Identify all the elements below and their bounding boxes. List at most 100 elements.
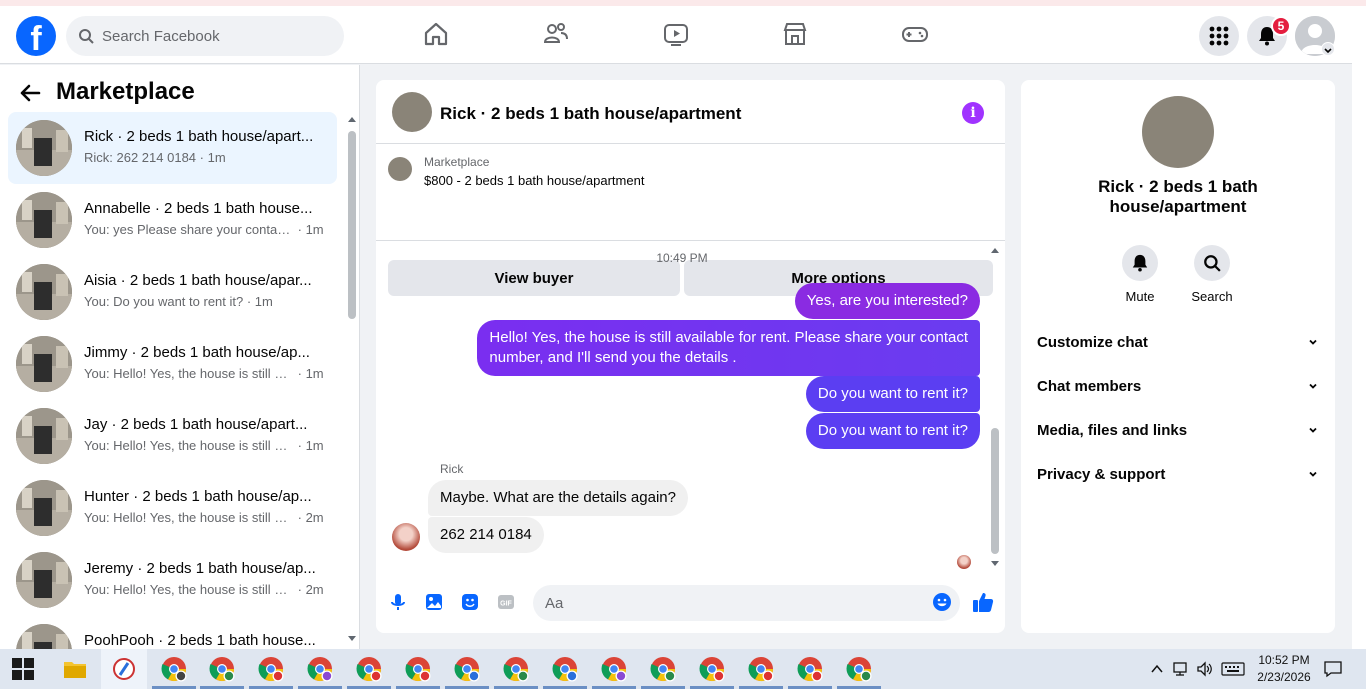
preview-time: 1m (305, 438, 324, 453)
keyboard-icon[interactable] (1221, 662, 1245, 676)
message-timestamp: 10:49 PM (656, 251, 708, 265)
file-explorer-icon[interactable] (61, 655, 89, 683)
chrome-browser-icon[interactable] (551, 655, 579, 683)
sidebar-scrollbar[interactable] (346, 115, 358, 645)
facebook-logo-icon[interactable]: f (16, 16, 56, 56)
scroll-down-arrow-icon[interactable] (347, 635, 357, 643)
conversation-item[interactable]: Annabelle · 2 beds 1 bath house... You: y… (8, 184, 337, 256)
account-chevron-icon[interactable] (1321, 42, 1335, 56)
photo-icon[interactable] (424, 592, 444, 612)
search-input[interactable]: Search Facebook (66, 16, 344, 56)
bell-icon (1132, 254, 1148, 272)
chat-title[interactable]: Rick · 2 beds 1 bath house/apartment (440, 104, 741, 124)
network-icon[interactable] (1172, 661, 1190, 677)
outgoing-message[interactable]: Yes, are you interested? (794, 283, 980, 319)
paint-app-icon[interactable] (110, 655, 138, 683)
home-icon[interactable] (422, 20, 450, 48)
chat-scroll-thumb[interactable] (991, 428, 999, 554)
conversation-name: PoohPooh · 2 beds 1 bath house... (84, 632, 316, 649)
friends-icon[interactable] (542, 20, 570, 48)
outgoing-message[interactable]: Do you want to rent it? (805, 413, 980, 449)
conversation-name: Aisia · 2 beds 1 bath house/apar... (84, 272, 312, 289)
page-scrollbar[interactable] (1352, 6, 1366, 649)
chat-scrollbar[interactable] (988, 248, 1002, 568)
conversation-item[interactable]: Jimmy · 2 beds 1 bath house/ap... You: He… (8, 328, 337, 400)
listing-thumbnail (16, 408, 72, 464)
listing-price-title[interactable]: $800 - 2 beds 1 bath house/apartment (424, 173, 644, 188)
conversation-item[interactable]: Aisia · 2 beds 1 bath house/apar... You: … (8, 256, 337, 328)
windows-start-icon[interactable] (12, 658, 34, 680)
back-arrow-icon[interactable] (18, 81, 42, 105)
conversation-item[interactable]: Rick · 2 beds 1 bath house/apart... Rick:… (8, 112, 337, 184)
conversation-avatar[interactable] (1142, 96, 1214, 168)
outgoing-message[interactable]: Hello! Yes, the house is still available… (477, 320, 980, 376)
incoming-message[interactable]: 262 214 0184 (428, 517, 544, 553)
emoji-icon[interactable] (932, 592, 952, 612)
conversation-item[interactable]: PoohPooh · 2 beds 1 bath house... (8, 616, 337, 649)
chrome-browser-icon[interactable] (306, 655, 334, 683)
chrome-browser-icon[interactable] (698, 655, 726, 683)
listing-small-thumbnail (388, 157, 412, 181)
tray-chevron-up-icon[interactable] (1150, 663, 1164, 675)
mute-button[interactable]: Mute (1110, 245, 1170, 304)
preview-time: 2m (305, 582, 324, 597)
privacy-support-section[interactable]: Privacy & support (1037, 456, 1319, 492)
chrome-browser-icon[interactable] (453, 655, 481, 683)
message-input[interactable]: Aa (533, 585, 960, 621)
chrome-browser-icon[interactable] (257, 655, 285, 683)
notification-badge: 5 (1271, 16, 1291, 36)
conversation-item[interactable]: Jeremy · 2 beds 1 bath house/ap... You: H… (8, 544, 337, 616)
action-center-icon[interactable] (1323, 660, 1343, 678)
listing-thumbnail (16, 120, 72, 176)
message-sender-name: Rick (440, 462, 464, 476)
scroll-up-arrow-icon[interactable] (990, 246, 1000, 254)
conversation-item[interactable]: Hunter · 2 beds 1 bath house/ap... You: H… (8, 472, 337, 544)
chrome-browser-icon[interactable] (600, 655, 628, 683)
microphone-icon[interactable] (388, 592, 408, 612)
sticker-icon[interactable] (460, 592, 480, 612)
marketplace-sidebar: Marketplace Rick · 2 beds 1 bath house/a… (0, 65, 360, 649)
scroll-down-arrow-icon[interactable] (990, 560, 1000, 568)
incoming-message[interactable]: Maybe. What are the details again? (428, 480, 688, 516)
video-icon[interactable] (662, 20, 690, 48)
chrome-browser-icon[interactable] (208, 655, 236, 683)
chrome-browser-icon[interactable] (160, 655, 188, 683)
marketplace-icon[interactable] (781, 20, 809, 48)
chrome-browser-icon[interactable] (404, 655, 432, 683)
conversation-item[interactable]: Jay · 2 beds 1 bath house/apart... You: H… (8, 400, 337, 472)
grid-menu-icon (1209, 26, 1229, 46)
preview-text: You: Hello! Yes, the house is still av..… (84, 582, 294, 597)
scroll-up-arrow-icon[interactable] (347, 115, 357, 123)
conversation-name: Rick · 2 beds 1 bath house/apart... (84, 128, 314, 145)
chrome-browser-icon[interactable] (747, 655, 775, 683)
top-navigation-bar: f Search Facebook 5 (0, 6, 1352, 64)
chrome-browser-icon[interactable] (502, 655, 530, 683)
customize-chat-section[interactable]: Customize chat (1037, 324, 1319, 360)
chrome-browser-icon[interactable] (845, 655, 873, 683)
preview-text: You: yes Please share your contact ... (84, 222, 294, 237)
outgoing-message[interactable]: Do you want to rent it? (805, 376, 980, 412)
chrome-browser-icon[interactable] (796, 655, 824, 683)
chrome-browser-icon[interactable] (649, 655, 677, 683)
preview-separator: · (243, 294, 255, 309)
listing-thumbnail[interactable] (392, 92, 432, 132)
sender-avatar[interactable] (392, 523, 420, 551)
menu-button[interactable] (1199, 16, 1239, 56)
volume-icon[interactable] (1196, 661, 1214, 677)
windows-taskbar: 10:52 PM 2/23/2026 (0, 649, 1366, 689)
gaming-icon[interactable] (901, 20, 929, 48)
listing-thumbnail (16, 192, 72, 248)
gif-icon[interactable]: GIF (496, 592, 516, 612)
chevron-down-icon (1309, 339, 1317, 345)
chrome-browser-icon[interactable] (355, 655, 383, 683)
search-in-conversation-button[interactable]: Search (1182, 245, 1242, 304)
preview-separator: · (294, 366, 306, 381)
clock-date[interactable]: 2/23/2026 (1254, 670, 1314, 684)
info-icon[interactable]: i (962, 102, 984, 124)
marketplace-label: Marketplace (424, 155, 490, 169)
sidebar-scroll-thumb[interactable] (348, 131, 356, 319)
thumbs-up-icon[interactable] (972, 591, 994, 613)
clock-time[interactable]: 10:52 PM (1254, 653, 1314, 667)
chat-members-section[interactable]: Chat members (1037, 368, 1319, 404)
media-files-links-section[interactable]: Media, files and links (1037, 412, 1319, 448)
